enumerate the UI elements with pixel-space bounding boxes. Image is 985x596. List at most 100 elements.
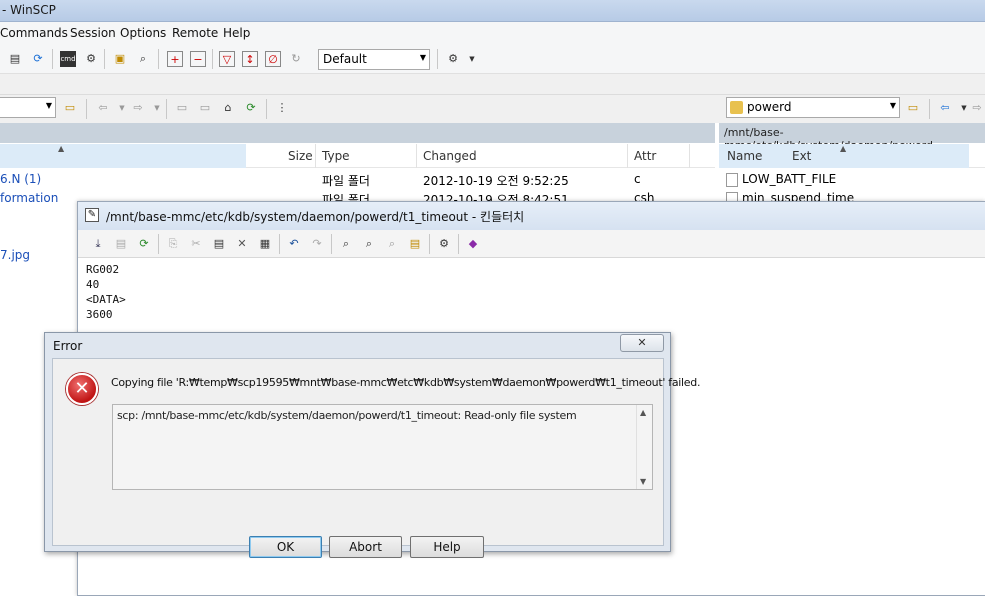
select-plus-icon[interactable]: + <box>167 51 183 67</box>
toolbar-separator <box>429 234 430 254</box>
left-file-list-header: ▲ Size Type Changed Attr <box>0 144 715 168</box>
file-row-attr: c <box>634 172 641 186</box>
scroll-up-icon[interactable]: ▲ <box>640 408 646 417</box>
remote-file-row[interactable]: LOW_BATT_FILE <box>726 172 836 187</box>
dialog-title: Error <box>53 339 83 353</box>
chevron-down-icon[interactable]: ▼ <box>149 100 165 116</box>
clear-selection-icon[interactable]: ∅ <box>265 51 281 67</box>
refresh-icon[interactable]: ⟳ <box>243 100 259 116</box>
name-column-header[interactable]: ▲ <box>0 144 246 168</box>
queue-icon[interactable]: ▣ <box>112 51 128 67</box>
chevron-down-icon: ▼ <box>45 101 52 110</box>
transfer-preset-select[interactable]: Default ▼ <box>318 49 430 70</box>
file-row-type: 파일 폴더 <box>322 174 370 188</box>
menu-commands[interactable]: Commands <box>0 26 68 40</box>
right-file-list-header: Name Ext ▲ <box>719 144 985 168</box>
detail-scrollbar[interactable]: ▲ ▼ <box>636 405 652 489</box>
changed-column-header[interactable]: Changed <box>423 149 477 163</box>
left-path-select[interactable]: ▼ <box>0 97 56 118</box>
find-next-icon[interactable]: ⌕ <box>384 236 400 252</box>
editor-titlebar: ✎ /mnt/base-mmc/etc/kdb/system/daemon/pow… <box>78 202 985 230</box>
editor-line: 40 <box>86 278 100 291</box>
forward-icon[interactable]: ⇨ <box>969 100 985 116</box>
file-row-name[interactable]: formation <box>0 191 58 205</box>
home-icon[interactable]: ⌂ <box>220 100 236 116</box>
toolbar-separator <box>279 234 280 254</box>
find-icon[interactable]: ⌕ <box>135 51 151 67</box>
chevron-down-icon[interactable]: ▼ <box>114 100 130 116</box>
invert-icon[interactable]: ↕ <box>242 51 258 67</box>
type-column-header[interactable]: Type <box>322 149 350 163</box>
editor-line: RG002 <box>86 263 120 276</box>
window-title: - WinSCP <box>2 3 56 17</box>
root-dir-icon[interactable]: ▭ <box>197 100 213 116</box>
size-column-header[interactable]: Size <box>288 149 313 163</box>
reload-icon[interactable]: ⟳ <box>136 236 152 252</box>
copy-icon[interactable]: ⎘ <box>165 236 181 252</box>
undo-icon[interactable]: ↶ <box>286 236 302 252</box>
delete-icon[interactable]: ✕ <box>234 236 250 252</box>
toolbar-separator <box>266 99 267 119</box>
file-row-changed: 2012-10-19 오전 9:52:25 <box>423 174 569 188</box>
close-button[interactable]: ✕ <box>620 334 664 352</box>
chevron-down-icon: ▼ <box>419 53 426 62</box>
preferences-icon[interactable]: ⚙ <box>445 51 461 67</box>
goto-line-icon[interactable]: ▤ <box>407 236 423 252</box>
main-toolbar: ▤ ⟳ cmd ⚙ ▣ ⌕ + − ▽ ↕ ∅ ↻ Default ▼ ⚙ ▼ <box>0 44 985 74</box>
column-divider <box>315 144 316 168</box>
redo-icon[interactable]: ↷ <box>309 236 325 252</box>
putty-icon[interactable]: ⚙ <box>83 51 99 67</box>
error-detail-box[interactable]: scp: /mnt/base-mmc/etc/kdb/system/daemon… <box>112 404 653 490</box>
save-upload-icon[interactable]: ⤓ <box>90 236 106 252</box>
find-icon[interactable]: ⌕ <box>338 236 354 252</box>
remote-file-name: LOW_BATT_FILE <box>742 172 837 186</box>
replace-icon[interactable]: ⌕ <box>361 236 377 252</box>
cut-icon[interactable]: ✂ <box>188 236 204 252</box>
terminal-icon[interactable]: cmd <box>60 51 76 67</box>
menu-remote[interactable]: Remote <box>172 26 218 40</box>
menu-session[interactable]: Session <box>70 26 116 40</box>
save-icon[interactable]: ▤ <box>113 236 129 252</box>
parent-dir-icon[interactable]: ▭ <box>174 100 190 116</box>
editor-toolbar: ⤓ ▤ ⟳ ⎘ ✂ ▤ ✕ ▦ ↶ ↷ ⌕ ⌕ ⌕ ▤ ⚙ ◆ <box>78 230 985 258</box>
select-all-icon[interactable]: ▦ <box>257 236 273 252</box>
back-icon[interactable]: ⇦ <box>937 100 953 116</box>
menu-help[interactable]: Help <box>223 26 250 40</box>
paste-icon[interactable]: ▤ <box>211 236 227 252</box>
left-path-bar <box>0 123 715 143</box>
toolbar-separator <box>929 99 930 119</box>
editor-title: /mnt/base-mmc/etc/kdb/system/daemon/powe… <box>106 210 525 224</box>
column-divider <box>416 144 417 168</box>
scroll-down-icon[interactable]: ▼ <box>640 477 646 486</box>
column-divider <box>627 144 628 168</box>
right-path-select[interactable]: powerd ▼ <box>726 97 900 118</box>
chevron-down-icon[interactable]: ▼ <box>464 51 480 67</box>
file-row-name[interactable]: 6.N (1) <box>0 172 41 186</box>
back-icon[interactable]: ⇦ <box>95 100 111 116</box>
open-folder-icon[interactable]: ▭ <box>62 100 78 116</box>
ok-button[interactable]: OK <box>249 536 322 558</box>
menu-options[interactable]: Options <box>120 26 166 40</box>
ext-column-label[interactable]: Ext <box>792 149 811 163</box>
attr-column-header[interactable]: Attr <box>634 149 656 163</box>
open-icon[interactable]: ▤ <box>7 51 23 67</box>
menu-bar: Commands Session Options Remote Help <box>0 22 985 44</box>
editor-line: <DATA> <box>86 293 126 306</box>
abort-button[interactable]: Abort <box>329 536 402 558</box>
folder-icon <box>730 101 743 114</box>
file-row-name[interactable]: 7.jpg <box>0 248 30 262</box>
settings-icon[interactable]: ⚙ <box>436 236 452 252</box>
select-minus-icon[interactable]: − <box>190 51 206 67</box>
editor-text-area[interactable]: RG002 40 <DATA> 3600 <box>86 262 126 322</box>
open-folder-icon[interactable]: ▭ <box>905 100 921 116</box>
forward-icon[interactable]: ⇨ <box>130 100 146 116</box>
help-book-icon[interactable]: ◆ <box>465 236 481 252</box>
filter-icon[interactable]: ▽ <box>219 51 235 67</box>
help-button[interactable]: Help <box>410 536 484 558</box>
toolbar-separator <box>86 99 87 119</box>
edit-icon: ✎ <box>85 208 99 222</box>
refresh-icon[interactable]: ↻ <box>288 51 304 67</box>
synchronize-icon[interactable]: ⟳ <box>30 51 46 67</box>
column-divider <box>689 144 690 168</box>
tree-icon[interactable]: ⋮ <box>274 100 290 116</box>
